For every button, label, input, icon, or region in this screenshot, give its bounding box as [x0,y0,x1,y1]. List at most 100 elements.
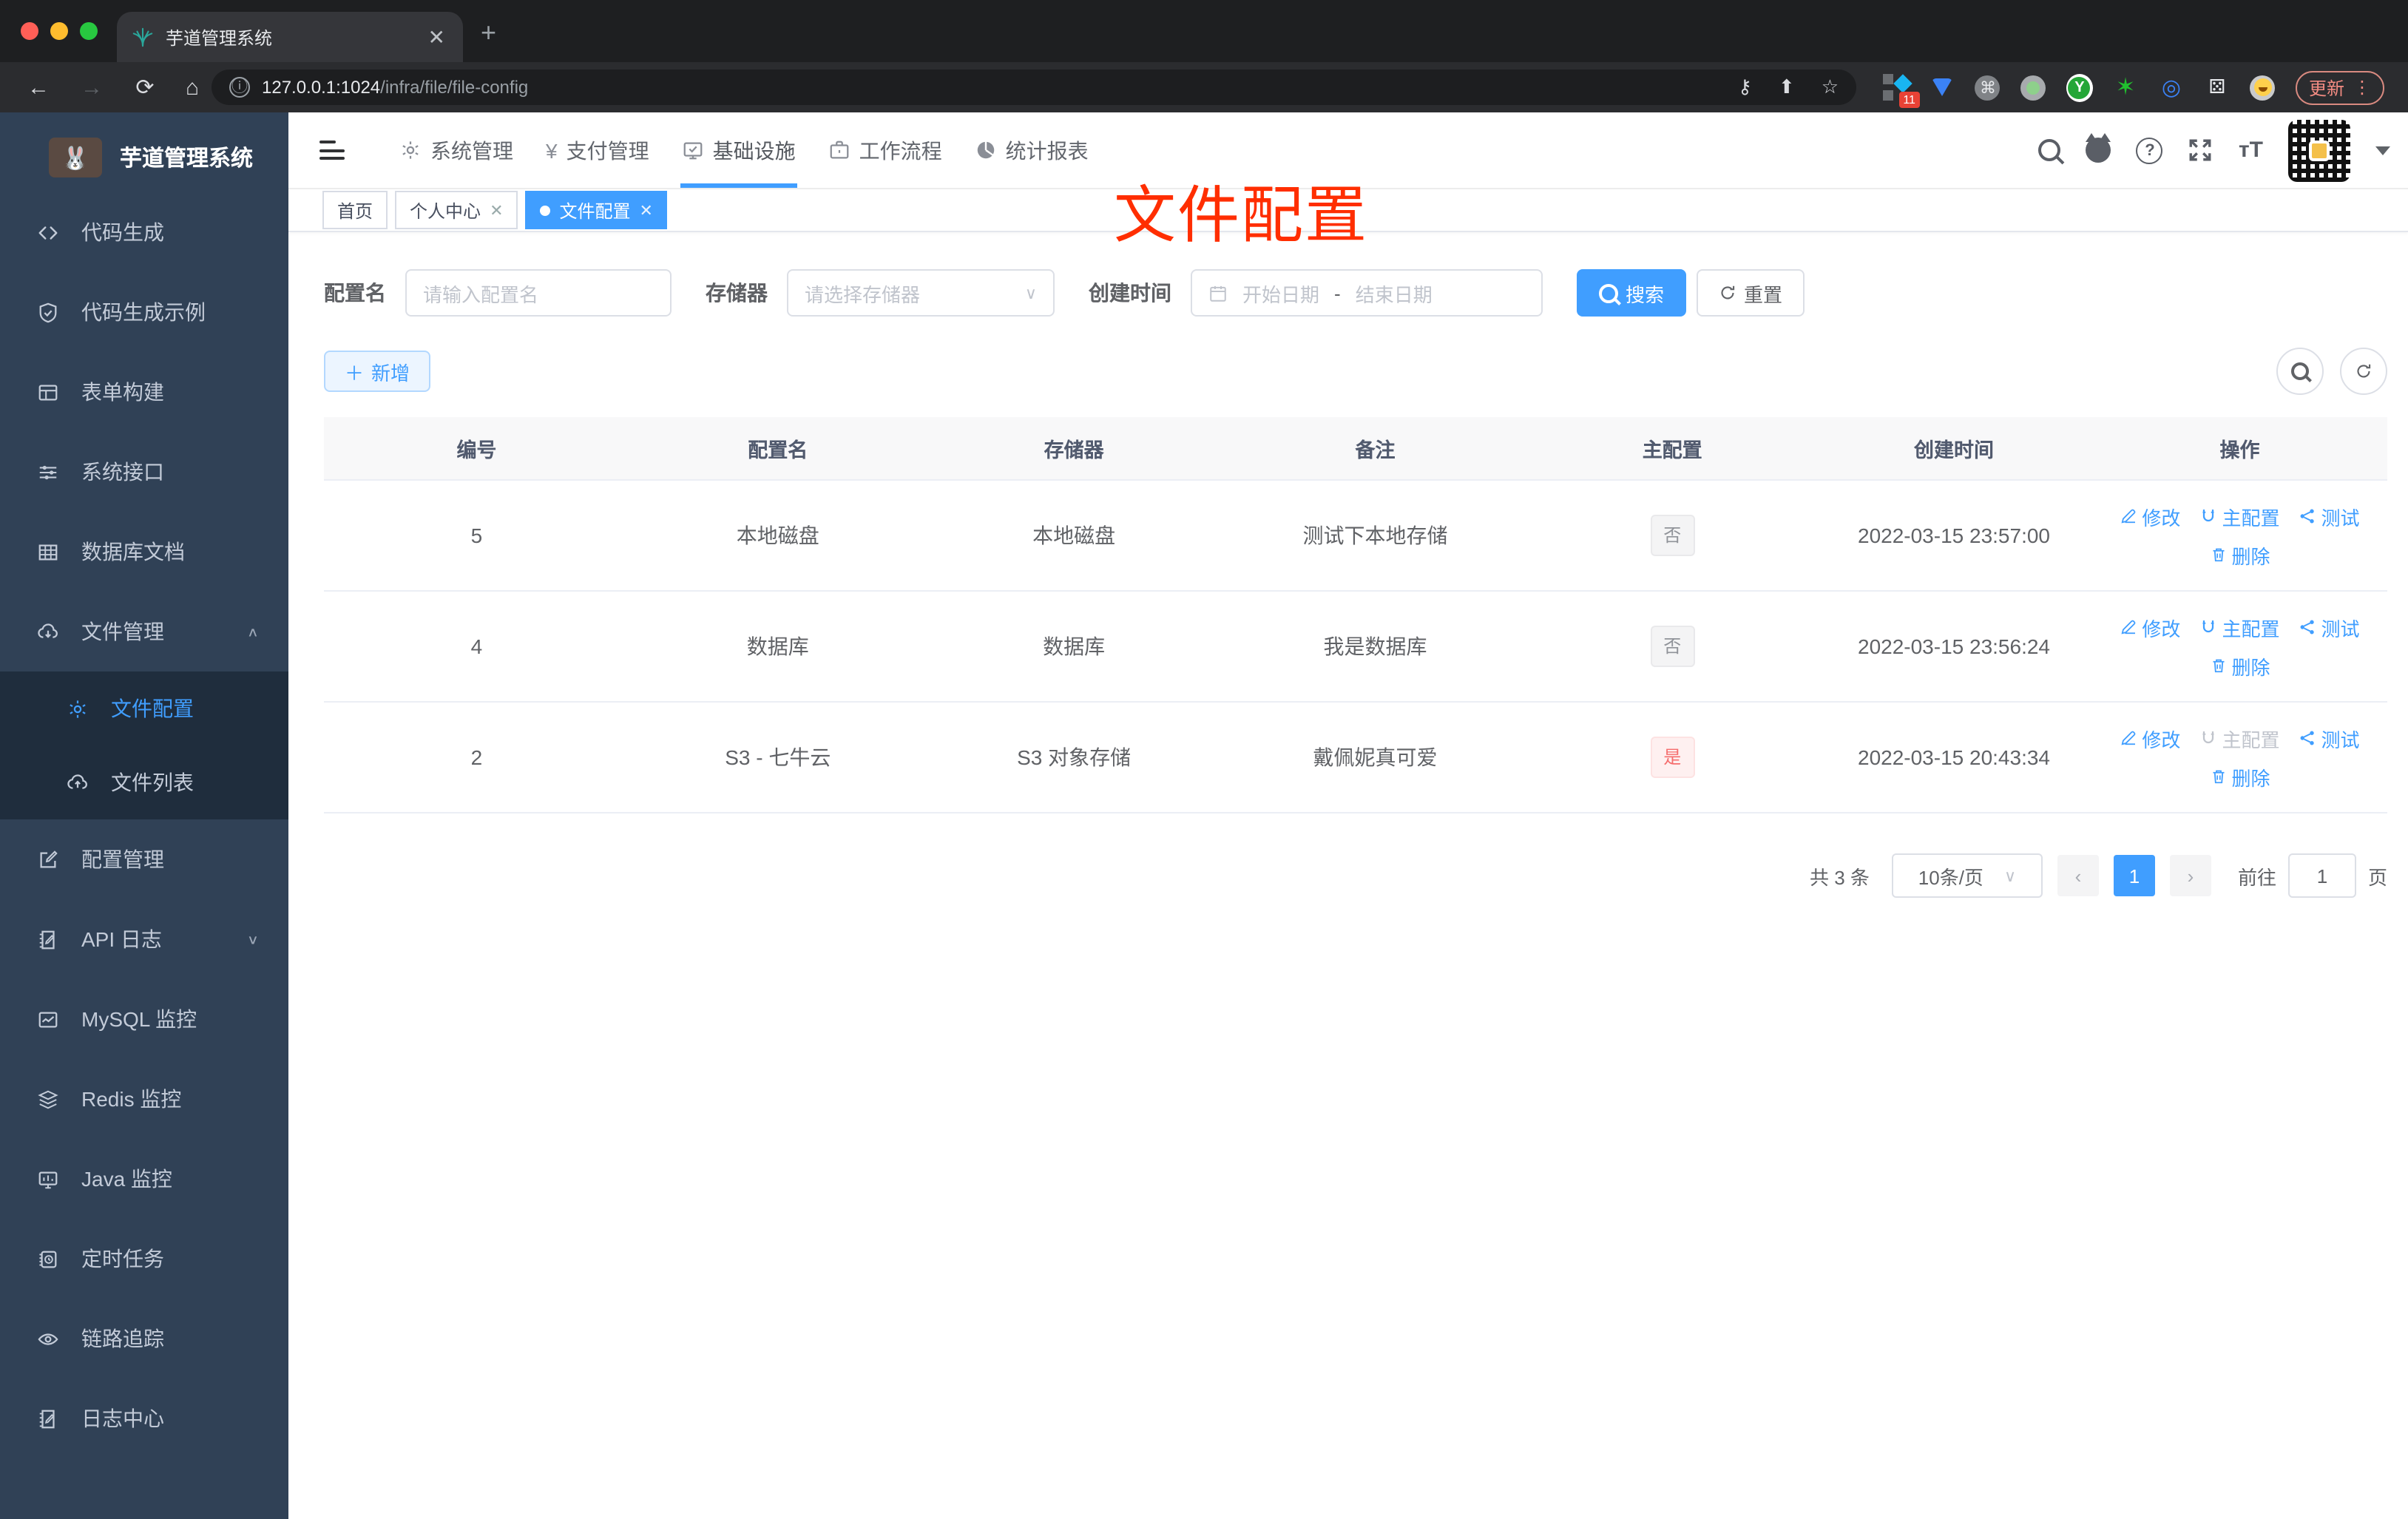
test-button[interactable]: 测试 [2299,502,2360,530]
magnet-icon [2199,618,2217,636]
tag-file-config[interactable]: 文件配置 ✕ [525,191,668,229]
share-icon[interactable]: ⬆ [1779,75,1795,99]
browser-menu-kebab-icon[interactable]: ⋮ [2353,77,2371,98]
user-menu-caret-icon[interactable] [2375,146,2390,155]
prev-page-button[interactable]: ‹ [2057,855,2099,896]
tag-profile[interactable]: 个人中心 ✕ [395,191,518,229]
nav-item-infrastructure[interactable]: 基础设施 [666,112,812,188]
sidebar-item-log-center[interactable]: 日志中心 [0,1378,288,1458]
schedule-icon [37,1248,59,1270]
forward-button[interactable]: → [74,75,109,100]
sidebar-item-code-example[interactable]: 代码生成示例 [0,272,288,352]
test-button[interactable]: 测试 [2299,613,2360,641]
sidebar-item-redis-monitor[interactable]: Redis 监控 [0,1059,288,1139]
extension-emoji-icon[interactable] [2250,74,2276,101]
edit-button[interactable]: 修改 [2120,502,2180,530]
page-size-select[interactable]: 10条/页 ∨ [1891,853,2043,898]
sidebar-item-system-api[interactable]: 系统接口 [0,432,288,512]
zoom-window-button[interactable] [80,22,98,40]
reset-button[interactable]: 重置 [1697,269,1805,317]
extensions-puzzle-icon[interactable]: ⚄ [2204,74,2231,101]
home-button[interactable]: ⌂ [175,75,210,100]
add-button[interactable]: ＋ 新增 [324,351,431,392]
set-master-button[interactable]: 主配置 [2199,613,2279,641]
bookmark-star-icon[interactable]: ☆ [1822,75,1839,99]
filter-form: 配置名 请输入配置名 存储器 请选择存储器 ∨ 创建时间 开始日期 - 结束日期 [324,269,2387,317]
new-tab-button[interactable]: + [481,19,496,46]
create-time-label: 创建时间 [1089,281,1171,305]
edit-button[interactable]: 修改 [2120,613,2180,641]
site-info-icon[interactable]: ⓘ [229,77,250,98]
table-header-row: 编号 配置名 存储器 备注 主配置 创建时间 操作 [324,417,2387,481]
edit-button[interactable]: 修改 [2120,724,2180,752]
reload-button[interactable]: ⟳ [127,74,163,101]
sidebar-item-tracing[interactable]: 链路追踪 [0,1299,288,1378]
search-icon[interactable] [2038,139,2061,161]
browser-tab[interactable]: 芋道管理系统 ✕ [117,12,463,62]
sidebar-item-file-config[interactable]: 文件配置 [0,671,288,745]
minimize-window-button[interactable] [50,22,68,40]
help-icon[interactable]: ? [2136,137,2163,163]
sidebar-item-java-monitor[interactable]: Java 监控 [0,1139,288,1219]
sidebar-item-code-generation[interactable]: 代码生成 [0,192,288,272]
sliders-icon [37,461,59,483]
sidebar-item-db-doc[interactable]: 数据库文档 [0,512,288,592]
nav-item-system[interactable]: 系统管理 [383,112,530,188]
delete-button[interactable]: 删除 [2209,541,2270,569]
delete-button[interactable]: 删除 [2209,652,2270,680]
extension-pin-icon[interactable]: 11 [1882,74,1920,108]
extension-gem-icon[interactable] [1929,74,1955,101]
set-master-button[interactable]: 主配置 [2199,502,2279,530]
date-range-picker[interactable]: 开始日期 - 结束日期 [1191,269,1543,317]
nav-item-workflow[interactable]: 工作流程 [812,112,958,188]
tab-close-icon[interactable]: ✕ [425,24,448,50]
refresh-icon [1719,284,1736,302]
font-size-icon[interactable]: ᴛT [2239,138,2263,163]
table-toolbar: ＋ 新增 [324,348,2387,395]
sidebar-item-file-list[interactable]: 文件列表 [0,745,288,819]
sidebar-item-api-log[interactable]: API 日志 ∨ [0,899,288,979]
config-name-input[interactable]: 请输入配置名 [405,269,672,317]
extension-eye-icon[interactable]: ◎ [2158,74,2185,101]
magnet-icon [2199,507,2217,525]
nav-item-payment[interactable]: ¥ 支付管理 [530,112,666,188]
master-badge: 否 [1650,626,1695,667]
sidebar-item-config-management[interactable]: 配置管理 [0,819,288,899]
extension-y-icon[interactable]: Y [2066,73,2093,101]
collapse-sidebar-icon[interactable] [319,141,345,160]
app-title: 芋道管理系统 [120,146,254,172]
tag-home[interactable]: 首页 [322,191,388,229]
yen-icon: ¥ [546,138,558,162]
next-page-button[interactable]: › [2169,855,2211,896]
delete-button[interactable]: 删除 [2209,762,2270,791]
storage-select[interactable]: 请选择存储器 ∨ [787,269,1055,317]
fullscreen-icon[interactable] [2188,138,2213,163]
close-window-button[interactable] [21,22,38,40]
show-search-button[interactable] [2276,348,2324,395]
test-button[interactable]: 测试 [2299,724,2360,752]
address-bar[interactable]: ⓘ 127.0.0.1:1024/infra/file/file-config … [212,70,1856,105]
browser-update-button[interactable]: 更新 ⋮ [2295,70,2384,104]
password-key-icon[interactable]: ⚷ [1738,75,1752,99]
close-icon[interactable]: ✕ [640,200,653,220]
sidebar-item-mysql-monitor[interactable]: MySQL 监控 [0,979,288,1059]
goto-page-input[interactable]: 1 [2287,853,2356,898]
page-number-current[interactable]: 1 [2113,855,2155,896]
sidebar-item-file-management[interactable]: 文件管理 ∧ [0,592,288,671]
sidebar-item-scheduled-jobs[interactable]: 定时任务 [0,1219,288,1299]
trash-icon [2209,768,2227,785]
master-badge: 是 [1650,737,1695,778]
url-text: 127.0.0.1:1024/infra/file/file-config [262,77,529,98]
avatar[interactable] [2288,119,2350,181]
refresh-table-button[interactable] [2340,348,2387,395]
extension-dot-icon[interactable] [2020,74,2047,101]
github-icon[interactable] [2086,133,2111,163]
close-icon[interactable]: ✕ [490,200,503,220]
col-created: 创建时间 [1816,417,2092,481]
extension-command-icon[interactable]: ⌘ [1975,74,2001,101]
nav-item-reports[interactable]: 统计报表 [958,112,1105,188]
extension-star-icon[interactable]: ✶ [2112,74,2139,101]
sidebar-item-form-builder[interactable]: 表单构建 [0,352,288,432]
search-button[interactable]: 搜索 [1577,269,1687,317]
back-button[interactable]: ← [21,75,56,100]
